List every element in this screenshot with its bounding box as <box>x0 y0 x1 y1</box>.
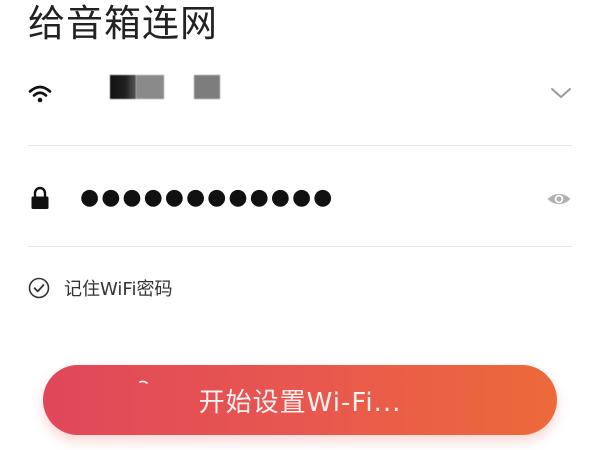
remember-password-label: 记住WiFi密码 <box>64 279 173 300</box>
start-wifi-setup-label: 开始设置Wi-Fi... <box>198 387 402 418</box>
password-field[interactable] <box>80 182 520 212</box>
chevron-down-icon[interactable] <box>550 86 572 100</box>
redacted-block <box>110 75 136 99</box>
start-wifi-setup-button[interactable]: 开始设置Wi-Fi... <box>43 365 557 435</box>
loading-spinner-icon <box>139 380 148 384</box>
remember-password-checkbox[interactable]: 记住WiFi密码 <box>28 276 172 300</box>
wifi-network-selector[interactable] <box>28 66 572 126</box>
page-title: 给音箱连网 <box>28 2 218 45</box>
password-row <box>28 168 572 228</box>
redacted-block <box>136 75 164 99</box>
lock-icon <box>31 186 49 209</box>
check-circle-icon[interactable] <box>28 277 50 299</box>
redacted-block <box>194 75 220 99</box>
wifi-network-name <box>110 75 220 99</box>
wifi-setup-page: 给音箱连网 ●●●●●●●●●●●● 记住WiFi密码 开始设置Wi-Fi... <box>0 0 600 450</box>
eye-icon[interactable] <box>546 190 572 208</box>
divider <box>28 246 572 247</box>
divider <box>28 145 572 146</box>
wifi-icon <box>28 85 52 103</box>
